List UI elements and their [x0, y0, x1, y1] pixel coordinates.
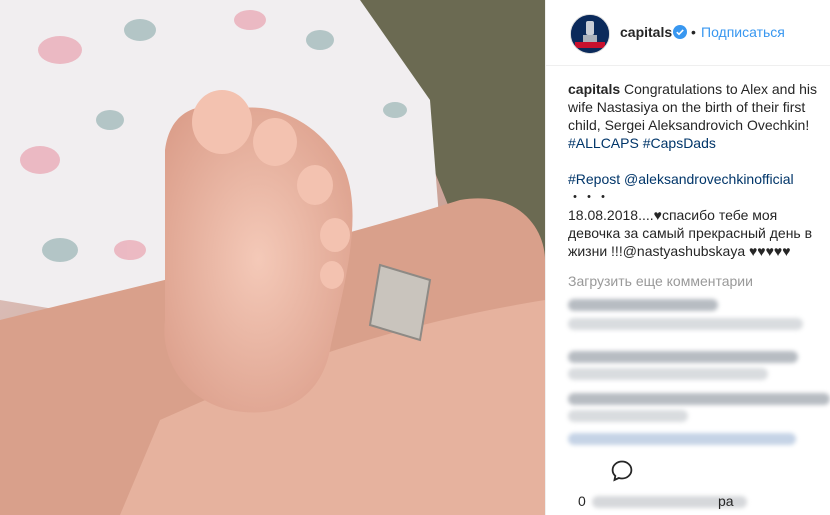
comment-icon[interactable]	[610, 459, 634, 483]
avatar[interactable]	[570, 14, 610, 54]
follow-button[interactable]: Подписаться	[701, 24, 785, 40]
blurred-comment-row	[568, 410, 688, 422]
post-caption: capitals Congratulations to Alex and his…	[568, 80, 828, 260]
blurred-comment-row	[568, 393, 830, 405]
blurred-comment-row	[568, 368, 768, 380]
blurred-comment-row	[568, 299, 718, 311]
caption-date-line: 18.08.2018....♥спасибо тебе моя девочка …	[568, 207, 813, 259]
post-side-panel: capitals • Подписаться capitals Congratu…	[545, 0, 830, 515]
likes-count-prefix: 0	[578, 493, 586, 509]
post-photo[interactable]	[0, 0, 545, 515]
repost-mention[interactable]: @aleksandrovechkinofficial	[624, 171, 794, 187]
stanley-cup-logo-icon	[571, 15, 609, 53]
baby-foot-photo	[0, 0, 545, 515]
caption-username[interactable]: capitals	[568, 81, 620, 97]
hashtag-capsdads[interactable]: #CapsDads	[643, 135, 716, 151]
hashtag-allcaps[interactable]: #ALLCAPS	[568, 135, 639, 151]
likes-text-suffix: ра	[718, 493, 734, 509]
blurred-comment-row	[568, 318, 803, 330]
hashtag-repost[interactable]: #Repost	[568, 171, 620, 187]
header-separator: •	[691, 24, 696, 40]
post-header: capitals • Подписаться	[546, 0, 830, 66]
post-username[interactable]: capitals	[620, 24, 672, 40]
blurred-comment-row	[568, 433, 796, 445]
verified-badge-icon	[673, 25, 687, 39]
blurred-comment-row	[568, 351, 798, 363]
caption-dots: ・・・	[568, 189, 610, 205]
load-more-comments-button[interactable]: Загрузить еще комментарии	[568, 273, 753, 289]
